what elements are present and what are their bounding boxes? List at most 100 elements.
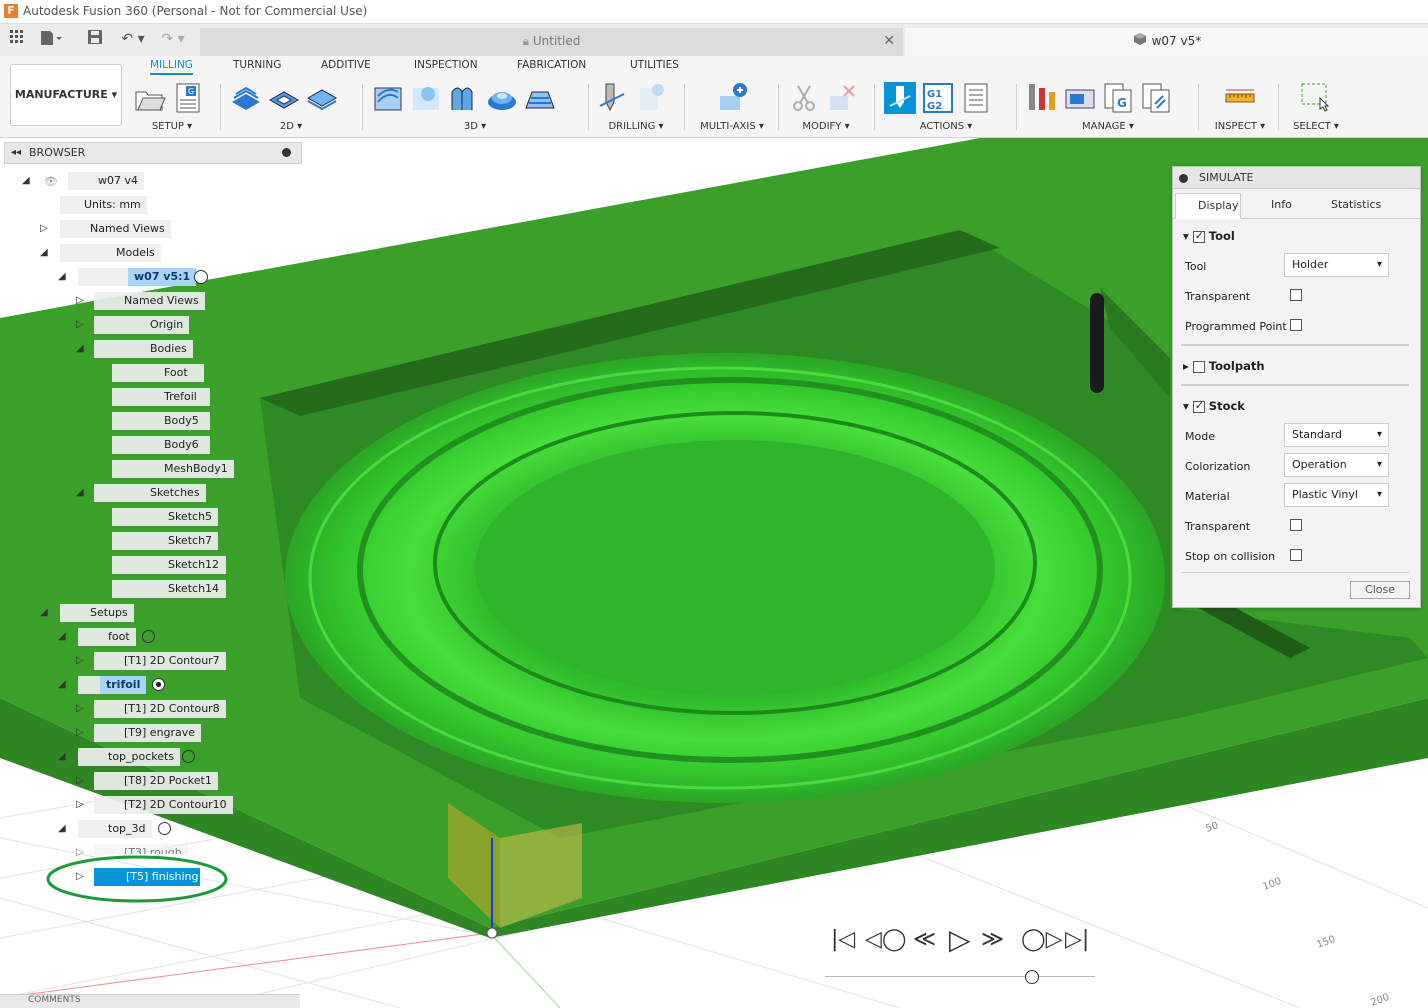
select-group-label[interactable]: SELECT ▾ [1286,121,1346,132]
setup-group-label[interactable]: SETUP ▾ [134,121,210,132]
tab-additive[interactable]: ADDITIVE [321,59,371,71]
manage-group-label[interactable]: MANAGE ▾ [1026,121,1190,132]
3d-pocket-icon[interactable] [410,82,442,114]
body-body6[interactable]: Body6 [112,436,210,454]
3d-contour-icon[interactable] [524,82,556,114]
expand-triangle-icon[interactable]: ▷ [76,776,86,786]
collapse-triangle-icon[interactable]: ◢ [58,752,68,762]
actions-group-label[interactable]: ACTIONS ▾ [884,121,1008,132]
tab-turning[interactable]: TURNING [233,59,281,71]
timeline-track[interactable] [825,976,1095,977]
tab-display[interactable]: Display [1175,193,1241,219]
activate-radio-icon[interactable] [182,750,195,763]
stop-on-collision-checkbox[interactable] [1290,549,1302,561]
step-back-icon[interactable]: ≪ [913,925,936,955]
sketch-5[interactable]: Sketch5 [112,508,218,526]
drill-icon[interactable] [596,82,628,114]
material-dropdown[interactable]: Plastic Vinyl [1284,483,1389,507]
close-icon[interactable]: ✕ [883,28,895,54]
tab-milling[interactable]: MILLING [150,59,193,75]
toolpath-checkbox[interactable] [1192,360,1205,373]
file-menu-icon[interactable] [40,30,62,48]
multi-axis-group-label[interactable]: MULTI-AXIS ▾ [694,121,770,132]
mode-dropdown[interactable]: Standard [1284,423,1389,447]
redo-icon[interactable]: ↷ ▾ [158,30,188,48]
3d-adaptive-icon[interactable] [372,82,404,114]
collapse-triangle-icon[interactable]: ◢ [76,344,86,354]
undo-icon[interactable]: ↶ ▾ [118,30,148,48]
tool-dropdown[interactable]: Holder [1284,253,1389,277]
activate-radio-icon[interactable] [194,270,208,284]
tool-checkbox[interactable] [1192,229,1205,243]
collapse-triangle-icon[interactable]: ◢ [76,488,86,498]
post-library-icon[interactable]: G [1102,82,1134,114]
timeline-handle[interactable] [1025,970,1039,984]
workspace-switcher-button[interactable]: MANUFACTURE ▾ [10,64,122,126]
toolpath-section[interactable]: ▸ Toolpath [1183,359,1265,373]
stock-transparent-checkbox[interactable] [1290,519,1302,531]
simulate-icon[interactable] [884,82,916,114]
hole-recognition-icon[interactable] [634,82,666,114]
comments-panel[interactable]: COMMENTS [0,994,300,1008]
tab-fabrication[interactable]: FABRICATION [517,59,586,71]
colorization-dropdown[interactable]: Operation [1284,453,1389,477]
collapse-triangle-icon[interactable]: ◢ [58,824,68,834]
expand-triangle-icon[interactable]: ▷ [76,728,86,738]
collapse-triangle-icon[interactable]: ◢ [40,248,50,258]
expand-triangle-icon[interactable]: ▷ [76,296,86,306]
delete-toolpath-icon[interactable] [826,82,858,114]
expand-triangle-icon[interactable]: ▷ [76,656,86,666]
origin-point[interactable] [486,927,498,939]
body-foot[interactable]: Foot [112,364,204,382]
machine-library-icon[interactable] [1064,82,1096,114]
collapse-triangle-icon[interactable]: ◢ [58,632,68,642]
modify-group-label[interactable]: MODIFY ▾ [788,121,864,132]
tab-info[interactable]: Info [1249,193,1307,219]
collapse-triangle-icon[interactable]: ◢ [58,680,68,690]
3d-group-label[interactable]: 3D ▾ [372,121,578,132]
body-trefoil[interactable]: Trefoil [112,388,210,406]
previous-operation-icon[interactable]: ◁◯ [865,925,907,955]
3d-scallop-icon[interactable] [486,82,518,114]
drilling-group-label[interactable]: DRILLING ▾ [596,121,676,132]
collapse-triangle-icon[interactable]: ◢ [22,176,32,186]
body-meshbody1[interactable]: MeshBody1 [112,460,234,478]
sketch-14[interactable]: Sketch14 [112,580,226,598]
2d-contour-icon[interactable] [306,82,338,114]
tab-statistics[interactable]: Statistics [1309,193,1399,219]
sketch-7[interactable]: Sketch7 [112,532,218,550]
collapse-triangle-icon[interactable]: ◢ [40,608,50,618]
body-body5[interactable]: Body5 [112,412,210,430]
collapse-panel-icon[interactable] [1179,174,1188,183]
tool-transparent-checkbox[interactable] [1290,289,1302,301]
go-to-start-icon[interactable]: |◁ [831,925,855,955]
play-icon[interactable]: ▷ [949,925,971,955]
tab-untitled[interactable]: 🔒︎ Untitled ✕ [200,28,903,56]
collapse-panel-icon[interactable]: ◂◂ [11,143,21,163]
setup-sheet-icon[interactable]: G [172,82,204,114]
go-to-end-icon[interactable]: ▷| [1065,925,1089,955]
measure-icon[interactable] [1224,82,1256,114]
post-process-icon[interactable]: G1G2 [922,82,954,114]
window-select-icon[interactable] [1300,82,1332,114]
stock-section[interactable]: ▾ Stock [1183,399,1245,414]
tool-section[interactable]: ▾ Tool [1183,229,1235,244]
active-radio-icon[interactable] [152,678,165,691]
stock-checkbox[interactable] [1192,399,1205,413]
tab-w07-v5[interactable]: w07 v5* [905,28,1428,56]
tab-inspection[interactable]: INSPECTION [414,59,478,71]
inspect-group-label[interactable]: INSPECT ▾ [1208,121,1272,132]
next-operation-icon[interactable]: ◯▷ [1021,925,1063,955]
expand-triangle-icon[interactable]: ▷ [76,320,86,330]
units-node[interactable]: Units: mm [60,196,147,214]
activate-radio-icon[interactable] [158,822,171,835]
tool-library-icon[interactable] [1026,82,1058,114]
app-grid-icon[interactable] [8,30,26,48]
expand-triangle-icon[interactable]: ▷ [40,224,50,234]
programmed-point-checkbox[interactable] [1290,319,1302,331]
multi-axis-icon[interactable] [716,82,748,114]
activate-radio-icon[interactable] [142,630,155,643]
tab-utilities[interactable]: UTILITIES [630,59,679,71]
2d-group-label[interactable]: 2D ▾ [230,121,352,132]
save-icon[interactable] [86,30,104,48]
